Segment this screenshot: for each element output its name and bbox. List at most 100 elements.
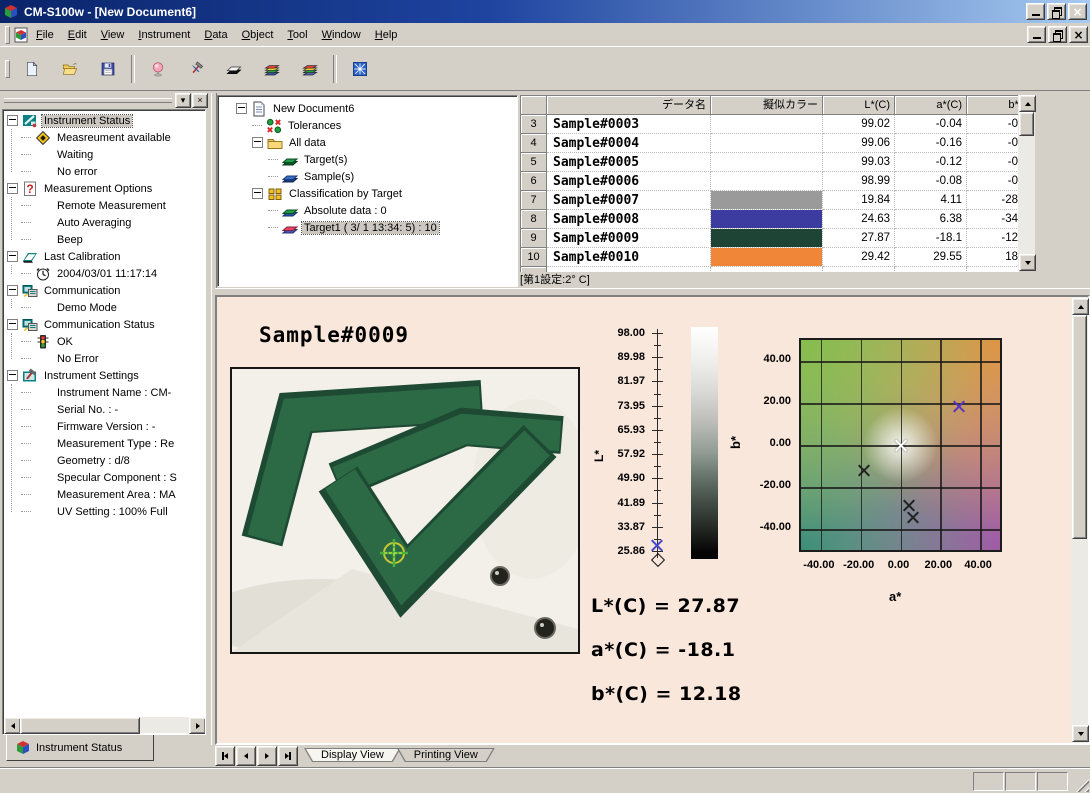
tree-item-no-error[interactable]: No Error [5,350,203,367]
target-measure-button[interactable] [215,51,253,87]
child-restore-button[interactable] [1048,26,1067,43]
expand-toggle[interactable] [236,103,247,114]
tree-item-measreument-available[interactable]: Measreument available [5,129,203,146]
tree-item-measurement-type-re[interactable]: Measurement Type : Re [5,435,203,452]
tree-item-communication-status[interactable]: Communication Status [5,316,203,333]
tree-item-2004-03-01-11-17-14[interactable]: 2004/03/01 11:17:14 [5,265,203,282]
tree-item-measurement-area-ma[interactable]: Measurement Area : MA [5,486,203,503]
mdi-document-icon[interactable] [13,27,29,43]
menu-tool[interactable]: Tool [280,26,314,44]
menu-help[interactable]: Help [368,26,405,44]
cell-pseudo-color[interactable] [711,134,823,153]
tree-item-beep[interactable]: Beep [5,231,203,248]
cell-a[interactable]: 6.38 [895,210,967,229]
doctree-item-sample-s-[interactable]: Sample(s) [220,168,515,185]
cell-pseudo-color[interactable] [711,115,823,134]
tree-item-serial-no-[interactable]: Serial No. : - [5,401,203,418]
tab-display-view[interactable]: Display View [303,746,402,765]
cell-data-name[interactable]: Sample#0007 [547,191,711,210]
tree-item-last-calibration[interactable]: Last Calibration [5,248,203,265]
col-header-rownum[interactable] [521,96,547,115]
new-document-button[interactable] [13,51,51,87]
tree-item-demo-mode[interactable]: Demo Mode [5,299,203,316]
view-scroll-up-button[interactable] [1072,298,1089,315]
tree-item-waiting[interactable]: Waiting [5,146,203,163]
cell-L[interactable]: 99.02 [823,115,895,134]
row-number[interactable]: 9 [521,229,547,248]
tree-item-no-error[interactable]: No error [5,163,203,180]
cell-L[interactable]: 99.03 [823,153,895,172]
expand-toggle[interactable] [7,251,18,262]
save-button[interactable] [89,51,127,87]
tree-item-uv-setting-100-full[interactable]: UV Setting : 100% Full [5,503,203,520]
child-minimize-button[interactable] [1027,26,1046,43]
row-number[interactable]: 10 [521,248,547,267]
doctree-item-target-s-[interactable]: Target(s) [220,151,515,168]
dock-dropdown-button[interactable]: ▾ [175,93,191,108]
cell-b[interactable]: -28.97 [967,191,1019,210]
tree-item-communication[interactable]: Communication [5,282,203,299]
expand-toggle[interactable] [7,183,18,194]
tree-item-instrument-name-cm-[interactable]: Instrument Name : CM- [5,384,203,401]
expand-toggle[interactable] [252,137,263,148]
close-button[interactable]: × [1068,3,1087,20]
tree-item-firmware-version-[interactable]: Firmware Version : - [5,418,203,435]
cell-a[interactable]: -0.16 [895,134,967,153]
col-header-a[interactable]: a*(C) [895,96,967,115]
remote-measure-button[interactable] [341,51,379,87]
expand-toggle[interactable] [7,370,18,381]
view-vscrollbar[interactable] [1071,297,1088,743]
menu-data[interactable]: Data [197,26,234,44]
row-number[interactable]: 8 [521,210,547,229]
cell-b[interactable]: -12.18 [967,229,1019,248]
resize-grip[interactable] [1076,779,1089,792]
expand-toggle[interactable] [7,319,18,330]
cell-b[interactable]: 18.39 [967,248,1019,267]
expand-toggle[interactable] [252,188,263,199]
dock-close-button[interactable]: × [192,93,208,108]
cell-b[interactable]: -0.28 [967,153,1019,172]
col-header-name[interactable]: データ名 [547,96,711,115]
cell-L[interactable]: 99.06 [823,134,895,153]
next-view-button[interactable] [257,746,277,766]
menu-edit[interactable]: Edit [61,26,94,44]
cell-a[interactable]: 29.55 [895,248,967,267]
cell-data-name[interactable]: Sample#0010 [547,248,711,267]
prev-view-button[interactable] [236,746,256,766]
row-number[interactable]: 7 [521,191,547,210]
cell-L[interactable]: 24.63 [823,210,895,229]
menu-view[interactable]: View [94,26,132,44]
minimize-button[interactable] [1026,3,1045,20]
table-vscrollbar[interactable] [1018,95,1035,271]
table-scroll-thumb[interactable] [1019,112,1034,136]
open-button[interactable] [51,51,89,87]
toolbar-grip[interactable] [5,60,10,78]
tree-item-ok[interactable]: OK [5,333,203,350]
menu-file[interactable]: File [29,26,61,44]
first-view-button[interactable] [215,746,235,766]
tree-item-remote-measurement[interactable]: Remote Measurement [5,197,203,214]
menu-object[interactable]: Object [235,26,281,44]
tree-hscrollbar[interactable] [4,717,206,733]
cell-L[interactable]: 19.84 [823,191,895,210]
cell-a[interactable]: -0.12 [895,153,967,172]
cell-data-name[interactable]: Sample#0003 [547,115,711,134]
col-header-pseudo-color[interactable]: 擬似カラー [711,96,823,115]
table-scroll-down-button[interactable] [1019,254,1036,271]
cell-a[interactable]: -0.04 [895,115,967,134]
tree-item-specular-component-s[interactable]: Specular Component : S [5,469,203,486]
doctree-item-new-document6[interactable]: New Document6 [220,100,515,117]
row-number[interactable]: 6 [521,172,547,191]
cell-pseudo-color[interactable] [711,172,823,191]
menu-window[interactable]: Window [315,26,368,44]
child-close-button[interactable]: × [1069,26,1088,43]
cell-a[interactable]: -18.1 [895,229,967,248]
tree-item-measurement-options[interactable]: ?Measurement Options [5,180,203,197]
tab-printing-view[interactable]: Printing View [396,746,496,765]
row-number[interactable]: 3 [521,115,547,134]
dock-title-grip[interactable]: ▾ × [2,93,208,108]
scroll-left-button[interactable] [4,717,21,734]
tree-item-auto-averaging[interactable]: Auto Averaging [5,214,203,231]
col-header-b[interactable]: b*(C) [967,96,1019,115]
expand-toggle[interactable] [7,285,18,296]
